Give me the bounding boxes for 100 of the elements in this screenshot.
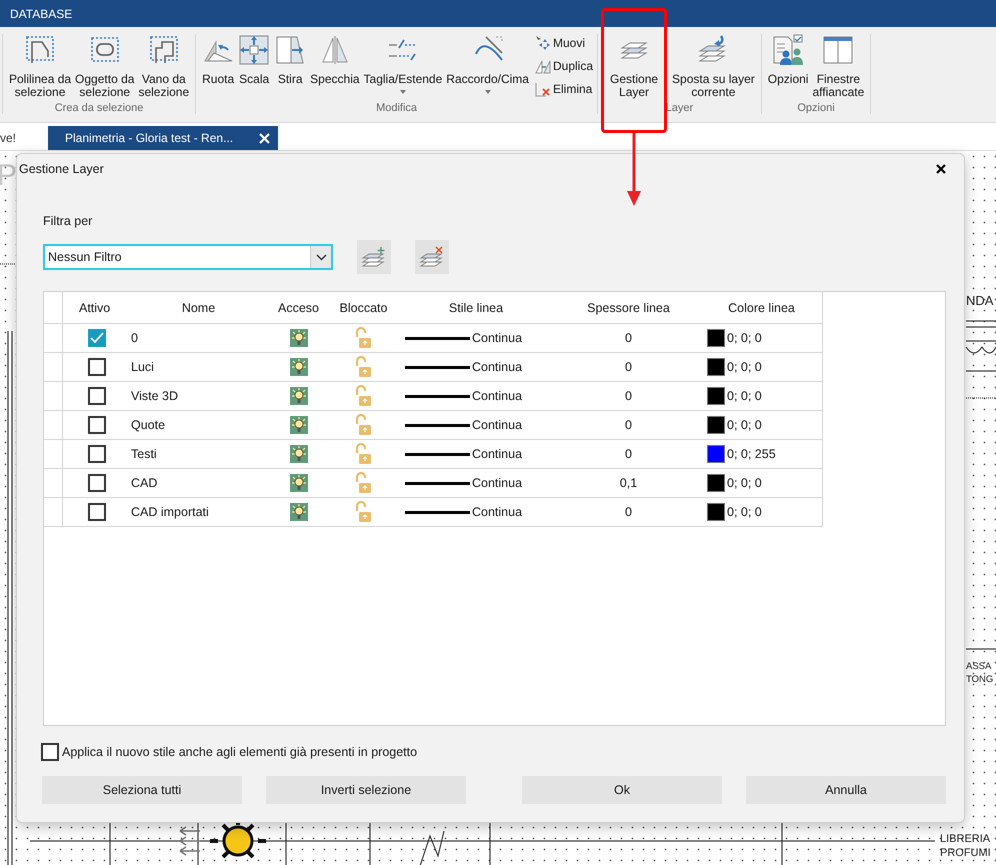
line-sample [405, 336, 470, 340]
document-tab[interactable]: ve! [0, 126, 22, 150]
checkbox[interactable] [88, 445, 106, 463]
table-cell: Continua [472, 360, 522, 374]
tiled-windows-icon [822, 34, 854, 66]
copy-icon [534, 58, 551, 74]
layers-delete-icon [419, 245, 445, 269]
dialog-title: Gestione Layer [19, 162, 104, 176]
ribbon-button[interactable]: Gestione Layer [608, 34, 660, 99]
checkbox[interactable] [88, 416, 106, 434]
checkbox[interactable] [88, 358, 106, 376]
add-filter-button[interactable] [357, 240, 391, 274]
ribbon-button[interactable]: Opzioni [766, 34, 810, 86]
options-icon [772, 34, 804, 66]
delete-icon [534, 81, 551, 97]
color-swatch[interactable] [707, 445, 725, 463]
column-header: Bloccato [338, 300, 388, 316]
filter-dropdown[interactable]: Nessun Filtro [43, 244, 333, 270]
table-cell: Continua [472, 476, 522, 490]
ribbon-button[interactable]: Taglia/Estende [362, 34, 444, 94]
polyline-selection-icon [24, 34, 56, 66]
table-cell: 0; 0; 0 [727, 389, 762, 403]
ribbon-button[interactable]: Sposta su layer corrente [670, 34, 757, 99]
ribbon-button[interactable]: Oggetto da selezione [73, 34, 136, 99]
delete-filter-button[interactable] [415, 240, 449, 274]
document-tab[interactable]: Planimetria - Gloria test - Ren... [48, 126, 278, 150]
plan-label: PROFUMI [940, 848, 991, 859]
table-cell-text: Viste 3D [131, 388, 180, 405]
lit-bulb-icon[interactable] [290, 474, 308, 492]
line-sample [405, 366, 470, 368]
color-swatch[interactable] [707, 387, 725, 405]
group-label: Crea da selezione [54, 102, 144, 114]
apply-checkbox-row[interactable]: Applica il nuovo stile anche agli elementi già presenti in progetto [41, 743, 418, 761]
line-sample [405, 394, 470, 398]
checkbox[interactable] [88, 503, 106, 521]
stretch-icon [274, 34, 306, 66]
color-swatch[interactable] [707, 474, 725, 492]
table-cell-text: 0 [624, 446, 633, 463]
checkbox-label: Applica il nuovo stile anche agli elementi già presenti in progetto [62, 745, 418, 759]
ribbon-button[interactable]: Elimina [534, 80, 594, 98]
dialog-button[interactable]: Inverti selezione [266, 776, 466, 804]
checkbox[interactable] [88, 329, 106, 347]
group-label: Modifica [375, 102, 418, 114]
color-swatch[interactable] [707, 329, 725, 347]
table-cell: 0; 0; 0 [727, 476, 762, 490]
dialog-button[interactable]: Seleziona tutti [42, 776, 242, 804]
ribbon-button[interactable]: Stira [272, 34, 308, 86]
color-swatch[interactable] [707, 358, 725, 376]
checkbox[interactable] [88, 387, 106, 405]
room-selection-icon [148, 34, 180, 66]
table-cell-text: Quote [131, 417, 166, 434]
lit-bulb-icon[interactable] [290, 358, 308, 376]
dialog-button[interactable]: Ok [522, 776, 722, 804]
ribbon-button[interactable]: Polilinea da selezione [7, 34, 74, 99]
table-cell-text: 0,1 [618, 475, 638, 492]
ribbon-button[interactable]: Specchia [308, 34, 362, 86]
line-sample [405, 424, 470, 426]
group-label: Opzioni [796, 102, 836, 114]
table-cell: Continua [472, 447, 522, 461]
close-icon[interactable] [936, 164, 946, 174]
table-cell: 0; 0; 0 [727, 505, 762, 519]
ribbon-button[interactable]: Ruota [200, 34, 236, 86]
zigzag-line [420, 830, 444, 865]
table-cell-text: 0 [131, 330, 139, 347]
table-cell-text: 0 [624, 504, 633, 521]
ribbon-button[interactable]: Finestre affiancate [810, 34, 866, 99]
table-cell: 0; 0; 0 [727, 360, 762, 374]
plan-label: LIBRERIA [940, 834, 990, 845]
filter-label: Filtra per [43, 214, 92, 228]
lit-bulb-icon[interactable] [290, 329, 308, 347]
plan-label: NDA [966, 294, 994, 307]
column-header: Nome [180, 300, 216, 316]
color-swatch[interactable] [707, 416, 725, 434]
checkbox[interactable] [88, 474, 106, 492]
curtain-drawing [966, 320, 996, 372]
table-cell: 0; 0; 255 [727, 447, 776, 461]
dialog-button[interactable]: Annulla [746, 776, 946, 804]
plan-label: TONG [966, 675, 994, 684]
lit-bulb-icon[interactable] [290, 445, 308, 463]
lit-bulb-icon[interactable] [290, 503, 308, 521]
table-cell: Continua [472, 505, 522, 519]
table-cell-text: 0 [624, 330, 633, 347]
lit-bulb-icon[interactable] [290, 387, 308, 405]
table-cell-text: 0 [624, 388, 633, 405]
table-cell-text: 0 [624, 417, 633, 434]
ribbon-button[interactable]: Muovi [534, 34, 594, 52]
color-swatch[interactable] [707, 503, 725, 521]
table-cell-text: CAD importati [131, 504, 210, 521]
ribbon-button[interactable]: Scala [236, 34, 272, 86]
ribbon-button[interactable]: Duplica [534, 57, 594, 75]
line-sample [405, 510, 470, 514]
chevron-down-icon [316, 254, 326, 260]
lit-bulb-icon[interactable] [290, 416, 308, 434]
line-sample [405, 452, 470, 456]
wall-line [966, 648, 996, 650]
ribbon-button[interactable]: Vano da selezione [136, 34, 192, 99]
ribbon-button[interactable]: Raccordo/Cima [444, 34, 531, 94]
column-header: Stile linea [448, 300, 504, 316]
checkbox[interactable] [41, 743, 59, 761]
table-cell-text: Luci [131, 359, 155, 376]
